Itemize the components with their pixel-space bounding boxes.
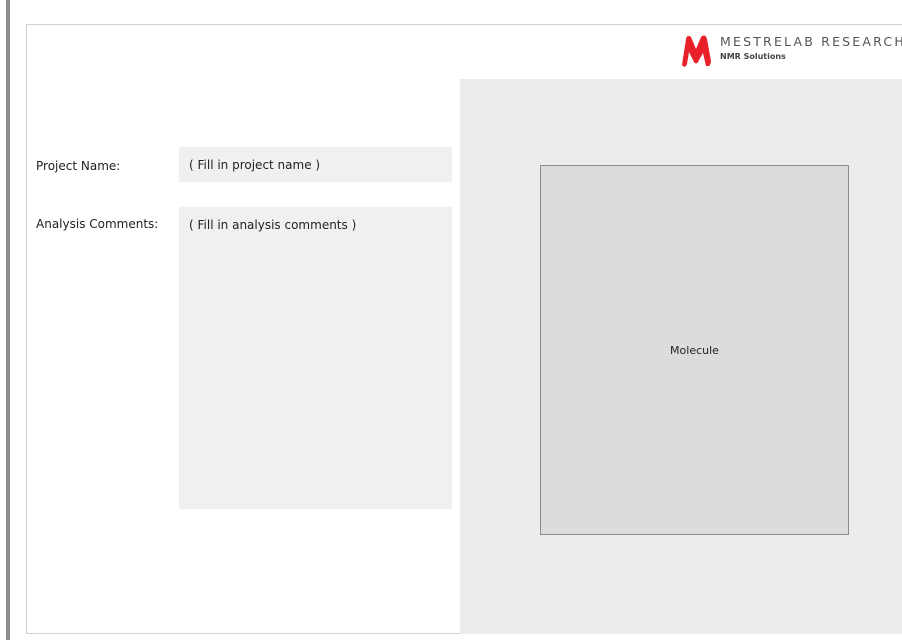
logo-tagline: NMR Solutions	[720, 52, 786, 61]
report-page: MESTRELAB RESEARCH NMR Solutions Project…	[26, 24, 902, 634]
logo-company-name: MESTRELAB RESEARCH	[720, 34, 902, 49]
molecule-placeholder[interactable]: Molecule	[540, 165, 849, 535]
molecule-label: Molecule	[670, 343, 719, 357]
analysis-comments-label: Analysis Comments:	[36, 217, 159, 231]
project-name-field[interactable]: ( Fill in project name )	[179, 147, 452, 182]
mestrelab-logo: MESTRELAB RESEARCH NMR Solutions	[678, 31, 902, 71]
analysis-comments-field[interactable]: ( Fill in analysis comments )	[179, 207, 452, 509]
project-name-label: Project Name:	[36, 159, 121, 173]
window-left-edge	[6, 0, 10, 640]
mestrelab-m-logo-icon	[682, 35, 711, 67]
